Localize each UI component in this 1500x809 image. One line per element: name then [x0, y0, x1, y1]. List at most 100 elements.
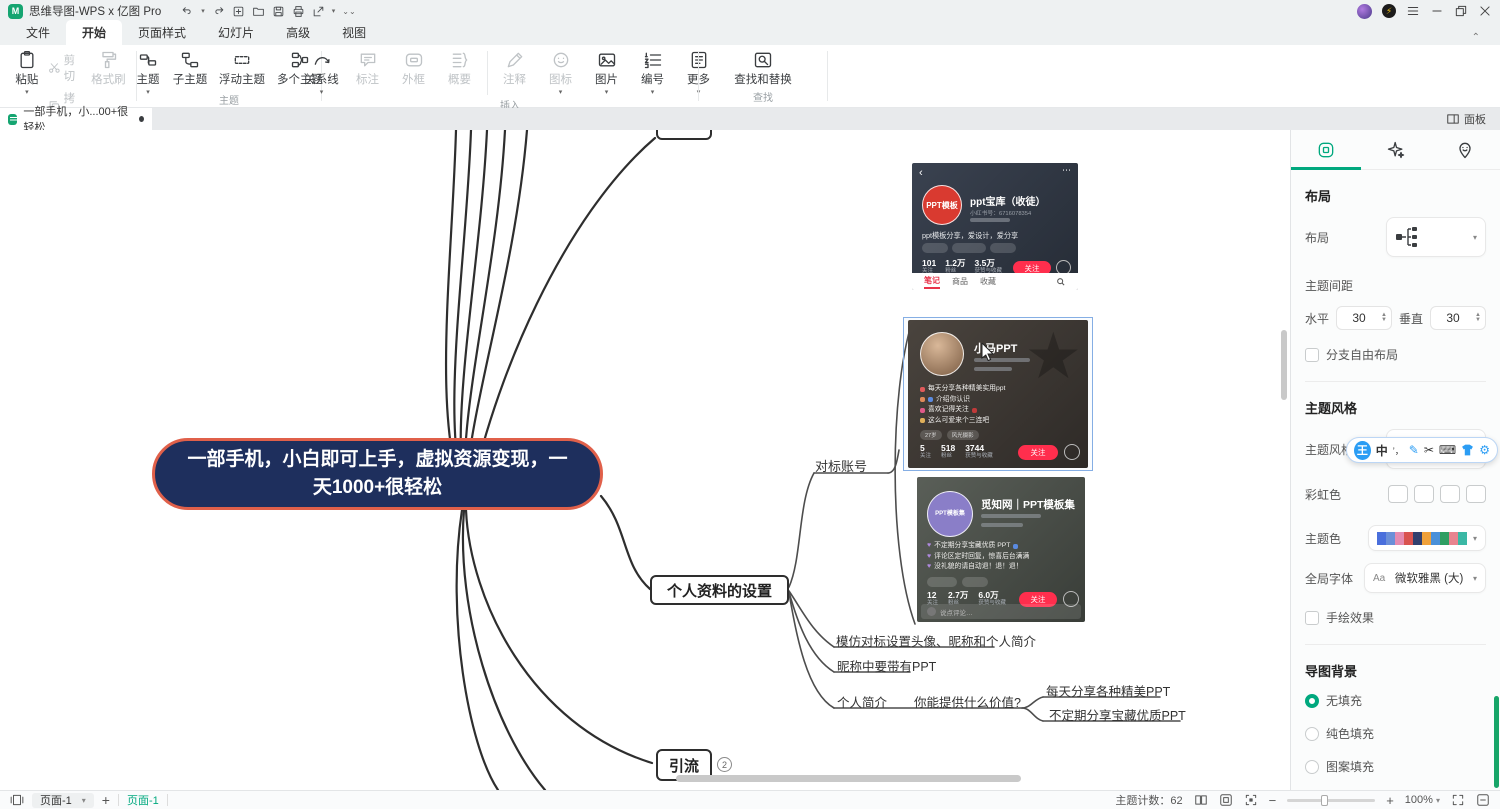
- format-painter-button[interactable]: 格式刷: [85, 47, 133, 87]
- mindmap-canvas[interactable]: 一部手机，小白即可上手，虚拟资源变现，一天1000+很轻松 个人资料的设置 对标…: [0, 130, 1290, 790]
- zoom-out-button[interactable]: −: [1269, 793, 1277, 808]
- child-node-nickname[interactable]: 昵称中要带有PPT: [837, 656, 936, 675]
- panel-tab-sticker[interactable]: [1430, 130, 1500, 169]
- horizontal-spacing-stepper[interactable]: 30 ▲▼: [1336, 306, 1392, 330]
- screenshot-mizhi-ppt[interactable]: PPT模板集 觅知网｜PPT模板集 ♥不定期分享宝藏优质 PPT ♥评论区定时回…: [917, 477, 1085, 622]
- close-button[interactable]: [1478, 4, 1492, 18]
- tab-home[interactable]: 开始: [66, 20, 122, 45]
- topic-count-value: 62: [1170, 795, 1182, 807]
- free-layout-checkbox[interactable]: [1305, 348, 1319, 362]
- floating-topic-button[interactable]: 浮动主题: [213, 47, 271, 87]
- ime-punctuation[interactable]: ’，: [1393, 444, 1404, 457]
- page-selector[interactable]: 页面-1▾: [32, 793, 94, 808]
- benchmark-account-label[interactable]: 对标账号: [815, 456, 867, 475]
- picture-button[interactable]: 图片▾: [584, 47, 630, 96]
- profile-settings-node[interactable]: 个人资料的设置: [650, 575, 789, 605]
- no-fill-radio[interactable]: [1305, 694, 1319, 708]
- cut-button[interactable]: 剪切: [48, 52, 85, 84]
- paste-button[interactable]: 粘贴▾: [6, 47, 48, 96]
- topic-button[interactable]: 主题▾: [129, 47, 167, 96]
- subtopic-button[interactable]: 子主题: [167, 47, 213, 87]
- ime-pen-icon[interactable]: ✎: [1409, 443, 1419, 457]
- new-button[interactable]: [232, 5, 245, 18]
- document-tab[interactable]: 一部手机，小...00+很轻松: [0, 108, 152, 130]
- app-window: M 思维导图-WPS x 亿图 Pro ▾ ▾ ⌄⌄ ⚡ 文件 开始 页面样式 …: [0, 0, 1500, 809]
- layout-dropdown[interactable]: ▾: [1386, 217, 1486, 257]
- split-view-icon[interactable]: [1194, 793, 1208, 807]
- ime-mode-chinese[interactable]: 中: [1376, 442, 1388, 459]
- shot1-id: 小红书号：6716078354: [970, 208, 1031, 217]
- rainbow-buttons[interactable]: [1388, 485, 1486, 503]
- horizontal-scrollbar[interactable]: [676, 775, 1021, 782]
- comment-button[interactable]: 注释: [492, 47, 538, 87]
- numbering-button[interactable]: 编号▾: [630, 47, 676, 96]
- undo-button[interactable]: [181, 5, 194, 18]
- panel-toggle-button[interactable]: 面板: [1432, 108, 1500, 130]
- ime-keyboard-icon[interactable]: ⌨: [1439, 443, 1456, 457]
- collapsed-count-badge[interactable]: 2: [717, 757, 732, 772]
- tab-view[interactable]: 视图: [326, 20, 382, 45]
- ime-settings-icon[interactable]: ⚙: [1479, 443, 1490, 457]
- user-avatar[interactable]: [1357, 4, 1372, 19]
- theme-color-dropdown[interactable]: ▾: [1368, 525, 1486, 551]
- fullscreen-icon[interactable]: [1451, 793, 1465, 807]
- icon-button[interactable]: 图标▾: [538, 47, 584, 96]
- fit-page-icon[interactable]: [1219, 793, 1233, 807]
- redo-button[interactable]: [212, 5, 225, 18]
- screenshot-xiaoma-ppt[interactable]: ★ 小马PPT 每天分享各种精美实用ppt 介绍你认识 喜欢记得关注 这么可爱来…: [908, 320, 1088, 468]
- zoom-in-button[interactable]: +: [1386, 793, 1394, 808]
- minimize-button[interactable]: [1430, 4, 1444, 18]
- active-page-tab[interactable]: 页面-1: [127, 792, 159, 808]
- solid-fill-radio[interactable]: [1305, 727, 1319, 741]
- pattern-fill-radio[interactable]: [1305, 760, 1319, 774]
- vertical-scrollbar[interactable]: [1281, 330, 1287, 400]
- child-node-bio[interactable]: 个人简介: [837, 692, 887, 711]
- answer-node-treasure-ppt[interactable]: 不定期分享宝藏优质PPT: [1049, 705, 1186, 724]
- vertical-spacing-stepper[interactable]: 30 ▲▼: [1430, 306, 1486, 330]
- svip-badge-icon[interactable]: ⚡: [1382, 4, 1396, 18]
- save-button[interactable]: [272, 5, 285, 18]
- tab-slideshow[interactable]: 幻灯片: [202, 20, 270, 45]
- add-page-button[interactable]: +: [102, 792, 110, 808]
- boundary-button[interactable]: 外框: [391, 47, 437, 87]
- screenshot-ppt-baoku[interactable]: ‹ ⋯ PPT模板 ppt宝库（收徒） 小红书号：6716078354 ppt模…: [912, 163, 1078, 290]
- ime-logo-icon[interactable]: 王: [1354, 441, 1371, 460]
- open-button[interactable]: [252, 5, 265, 18]
- zoom-slider[interactable]: [1287, 799, 1375, 802]
- zoom-slider-thumb[interactable]: [1321, 795, 1328, 806]
- customize-toolbar-icon[interactable]: ⌄⌄: [342, 7, 355, 16]
- global-font-dropdown[interactable]: Aa 微软雅黑 (大) ▾: [1364, 563, 1486, 593]
- pages-view-icon[interactable]: [10, 793, 24, 807]
- panel-scrollbar[interactable]: [1494, 696, 1499, 788]
- unsaved-dot: [139, 116, 144, 122]
- restore-button[interactable]: [1454, 4, 1468, 18]
- panel-tab-layout[interactable]: [1291, 130, 1361, 169]
- clipped-top-node[interactable]: [656, 130, 712, 140]
- relation-line-button[interactable]: 关系线▾: [299, 47, 345, 96]
- summary-button[interactable]: 概要: [437, 47, 483, 87]
- hand-drawn-checkbox[interactable]: [1305, 611, 1319, 625]
- focus-selection-icon[interactable]: [1244, 793, 1258, 807]
- collapse-ribbon-icon[interactable]: ⌃: [1462, 30, 1490, 45]
- share-caret-icon[interactable]: ▾: [332, 7, 336, 15]
- child-node-value-question[interactable]: 你能提供什么价值?: [914, 692, 1021, 711]
- tab-advanced[interactable]: 高级: [270, 20, 326, 45]
- tab-file[interactable]: 文件: [10, 20, 66, 45]
- ime-skin-icon[interactable]: [1461, 444, 1474, 456]
- ime-scissors-icon[interactable]: ✂: [1424, 443, 1434, 457]
- print-button[interactable]: [292, 5, 305, 18]
- child-node-imitate[interactable]: 模仿对标设置头像、昵称和个人简介: [836, 631, 1036, 650]
- callout-button[interactable]: 标注: [345, 47, 391, 87]
- panel-tab-ai[interactable]: [1361, 130, 1431, 169]
- answer-node-daily-ppt[interactable]: 每天分享各种精美PPT: [1046, 681, 1170, 700]
- tab-page-style[interactable]: 页面样式: [122, 20, 202, 45]
- share-button[interactable]: [312, 5, 325, 18]
- central-topic-node[interactable]: 一部手机，小白即可上手，虚拟资源变现，一天1000+很轻松: [152, 438, 603, 510]
- zoom-value[interactable]: 100%: [1405, 794, 1433, 806]
- ime-toolbar[interactable]: 王 中 ’， ✎ ✂ ⌨ ⚙: [1346, 437, 1498, 463]
- theme-color-palette: [1377, 532, 1467, 545]
- undo-caret-icon[interactable]: ▾: [201, 7, 205, 15]
- menu-icon[interactable]: [1406, 4, 1420, 18]
- find-replace-button[interactable]: 查找和替换: [724, 47, 802, 87]
- collapse-statusbar-icon[interactable]: [1476, 793, 1490, 807]
